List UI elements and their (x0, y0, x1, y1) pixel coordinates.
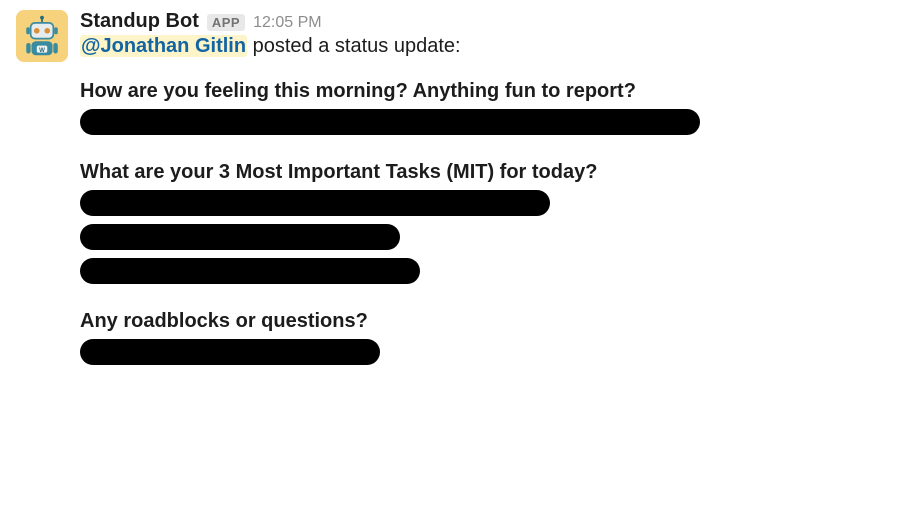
intro-line: @Jonathan Gitlin posted a status update: (80, 35, 908, 58)
app-badge: APP (207, 14, 245, 31)
question-3: Any roadblocks or questions? (80, 310, 908, 333)
slack-message: W Standup Bot APP 12:05 PM @Jonathan Git… (16, 10, 908, 373)
answer-3-redacted (80, 339, 908, 365)
author-name[interactable]: Standup Bot (80, 10, 199, 33)
redaction-bar (80, 109, 700, 135)
redaction-bar (80, 190, 550, 216)
message-header: Standup Bot APP 12:05 PM (80, 10, 908, 33)
avatar[interactable]: W (16, 10, 68, 62)
question-2: What are your 3 Most Important Tasks (MI… (80, 161, 908, 184)
redaction-bar (80, 258, 420, 284)
redaction-bar (80, 339, 380, 365)
robot-icon: W (21, 15, 63, 57)
question-1: How are you feeling this morning? Anythi… (80, 80, 908, 103)
answer-1-redacted (80, 109, 908, 135)
svg-text:W: W (39, 47, 45, 54)
answer-2-redacted (80, 190, 908, 284)
redaction-bar (80, 224, 400, 250)
user-mention[interactable]: @Jonathan Gitlin (80, 35, 247, 57)
timestamp[interactable]: 12:05 PM (253, 14, 321, 32)
message-content: Standup Bot APP 12:05 PM @Jonathan Gitli… (80, 10, 908, 373)
intro-suffix: posted a status update: (247, 35, 461, 57)
